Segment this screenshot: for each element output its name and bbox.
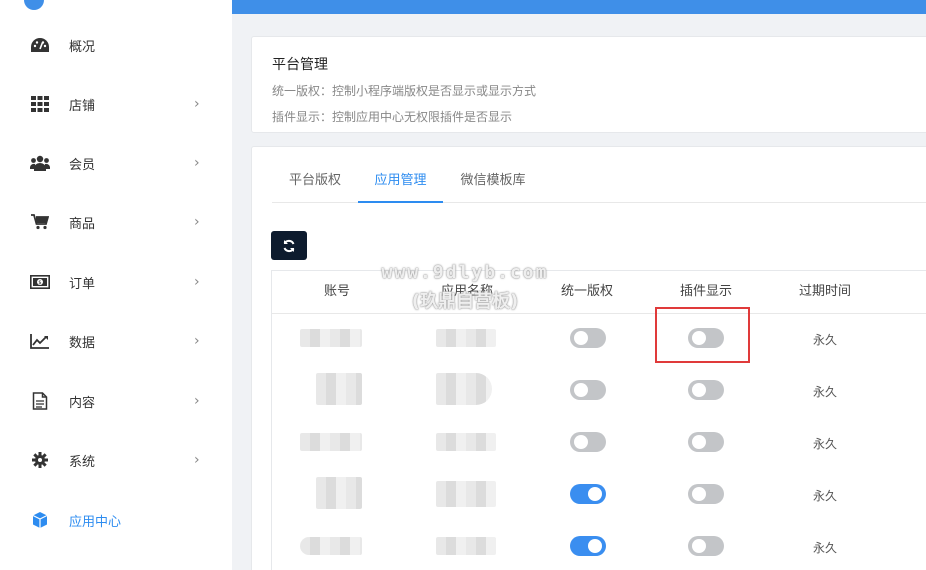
logo-icon	[24, 0, 44, 10]
tab-bar: 平台版权 应用管理 微信模板库	[272, 166, 926, 203]
account-cell-blurred	[316, 477, 362, 509]
column-header-account: 账号	[323, 284, 350, 299]
watermark-label: (玖鼎自营板)	[411, 291, 519, 312]
svg-text:$: $	[38, 280, 41, 286]
account-cell-blurred	[300, 329, 362, 347]
sidebar-item-label: 会员	[69, 157, 96, 173]
chevron-right-icon: ›	[194, 214, 200, 230]
sidebar-item-content[interactable]: 内容 ›	[0, 378, 232, 424]
description-plugin: 插件显示：控制应用中心无权限插件是否显示	[272, 110, 513, 124]
sidebar-item-label: 应用中心	[69, 514, 122, 530]
copyright-toggle[interactable]	[570, 484, 606, 504]
tab-app-management[interactable]: 应用管理	[358, 166, 443, 203]
refresh-icon	[283, 239, 295, 252]
app-name-cell-blurred	[436, 481, 496, 507]
dashboard-icon	[30, 35, 50, 55]
plugin-toggle[interactable]	[688, 484, 724, 504]
app-management-card: 平台版权 应用管理 微信模板库 账号 应用名称 统一版权 插件显示 过期时间 永…	[251, 146, 926, 570]
sidebar-item-label: 概况	[69, 39, 96, 55]
watermark: www.9dlyb.com (玖鼎自营板)	[365, 262, 565, 313]
sidebar-item-label: 订单	[69, 276, 96, 292]
expire-cell: 永久	[812, 437, 837, 451]
copyright-toggle[interactable]	[570, 432, 606, 452]
sidebar: 概况 店铺 › 会员 › 商品 › $ 订单 › 数据 › 内容 › 系统 › …	[0, 14, 232, 570]
copyright-toggle[interactable]	[570, 328, 606, 348]
sidebar-item-label: 店铺	[69, 98, 96, 114]
app-name-cell-blurred	[436, 373, 492, 405]
header-divider	[272, 313, 926, 314]
plugin-toggle[interactable]	[688, 536, 724, 556]
sidebar-item-shop[interactable]: 店铺 ›	[0, 81, 232, 127]
chevron-right-icon: ›	[194, 393, 200, 409]
document-icon	[30, 391, 50, 411]
expire-cell: 永久	[812, 333, 837, 347]
sidebar-item-orders[interactable]: $ 订单 ›	[0, 259, 232, 305]
users-icon	[30, 153, 50, 173]
column-header-expire: 过期时间	[798, 284, 851, 299]
app-name-cell-blurred	[436, 537, 496, 555]
copyright-toggle[interactable]	[570, 380, 606, 400]
cart-icon	[30, 212, 50, 232]
chevron-right-icon: ›	[194, 274, 200, 290]
chevron-right-icon: ›	[194, 333, 200, 349]
brand-area	[0, 0, 232, 14]
refresh-button[interactable]	[271, 231, 307, 260]
chevron-right-icon: ›	[194, 96, 200, 112]
description-copyright: 统一版权：控制小程序端版权是否显示或显示方式	[272, 84, 537, 98]
account-cell-blurred	[316, 373, 362, 405]
expire-cell: 永久	[812, 385, 837, 399]
app-name-cell-blurred	[436, 433, 496, 451]
sidebar-item-members[interactable]: 会员 ›	[0, 140, 232, 186]
expire-cell: 永久	[812, 489, 837, 503]
header-bar	[232, 0, 926, 14]
plugin-toggle[interactable]	[688, 380, 724, 400]
tab-wechat-templates[interactable]: 微信模板库	[443, 166, 543, 203]
sidebar-item-products[interactable]: 商品 ›	[0, 199, 232, 245]
sidebar-item-system[interactable]: 系统 ›	[0, 437, 232, 483]
copyright-toggle[interactable]	[570, 536, 606, 556]
app-name-cell-blurred	[436, 329, 496, 347]
plugin-toggle[interactable]	[688, 432, 724, 452]
platform-info-card: 平台管理 统一版权：控制小程序端版权是否显示或显示方式 插件显示：控制应用中心无…	[251, 36, 926, 133]
watermark-url: www.9dlyb.com	[381, 262, 549, 283]
sidebar-item-label: 系统	[69, 454, 96, 470]
chevron-right-icon: ›	[194, 155, 200, 171]
page-title: 平台管理	[272, 57, 328, 73]
sidebar-item-app-center[interactable]: 应用中心	[0, 497, 232, 543]
cube-icon	[30, 510, 50, 530]
chevron-right-icon: ›	[194, 452, 200, 468]
sidebar-item-label: 商品	[69, 216, 96, 232]
tab-platform-copyright[interactable]: 平台版权	[272, 166, 358, 203]
top-bar	[0, 0, 926, 14]
app-table: 账号 应用名称 统一版权 插件显示 过期时间 永久 永久 永久 永久 永久	[271, 270, 926, 570]
sidebar-item-label: 内容	[69, 395, 96, 411]
account-cell-blurred	[300, 537, 362, 555]
sidebar-item-overview[interactable]: 概况	[0, 22, 232, 68]
gear-icon	[30, 450, 50, 470]
sidebar-item-label: 数据	[69, 335, 96, 351]
account-cell-blurred	[300, 433, 362, 451]
sidebar-item-data[interactable]: 数据 ›	[0, 318, 232, 364]
grid-icon	[30, 94, 50, 114]
expire-cell: 永久	[812, 541, 837, 555]
money-icon: $	[30, 272, 50, 292]
line-chart-icon	[30, 331, 50, 351]
highlight-box	[655, 307, 750, 363]
